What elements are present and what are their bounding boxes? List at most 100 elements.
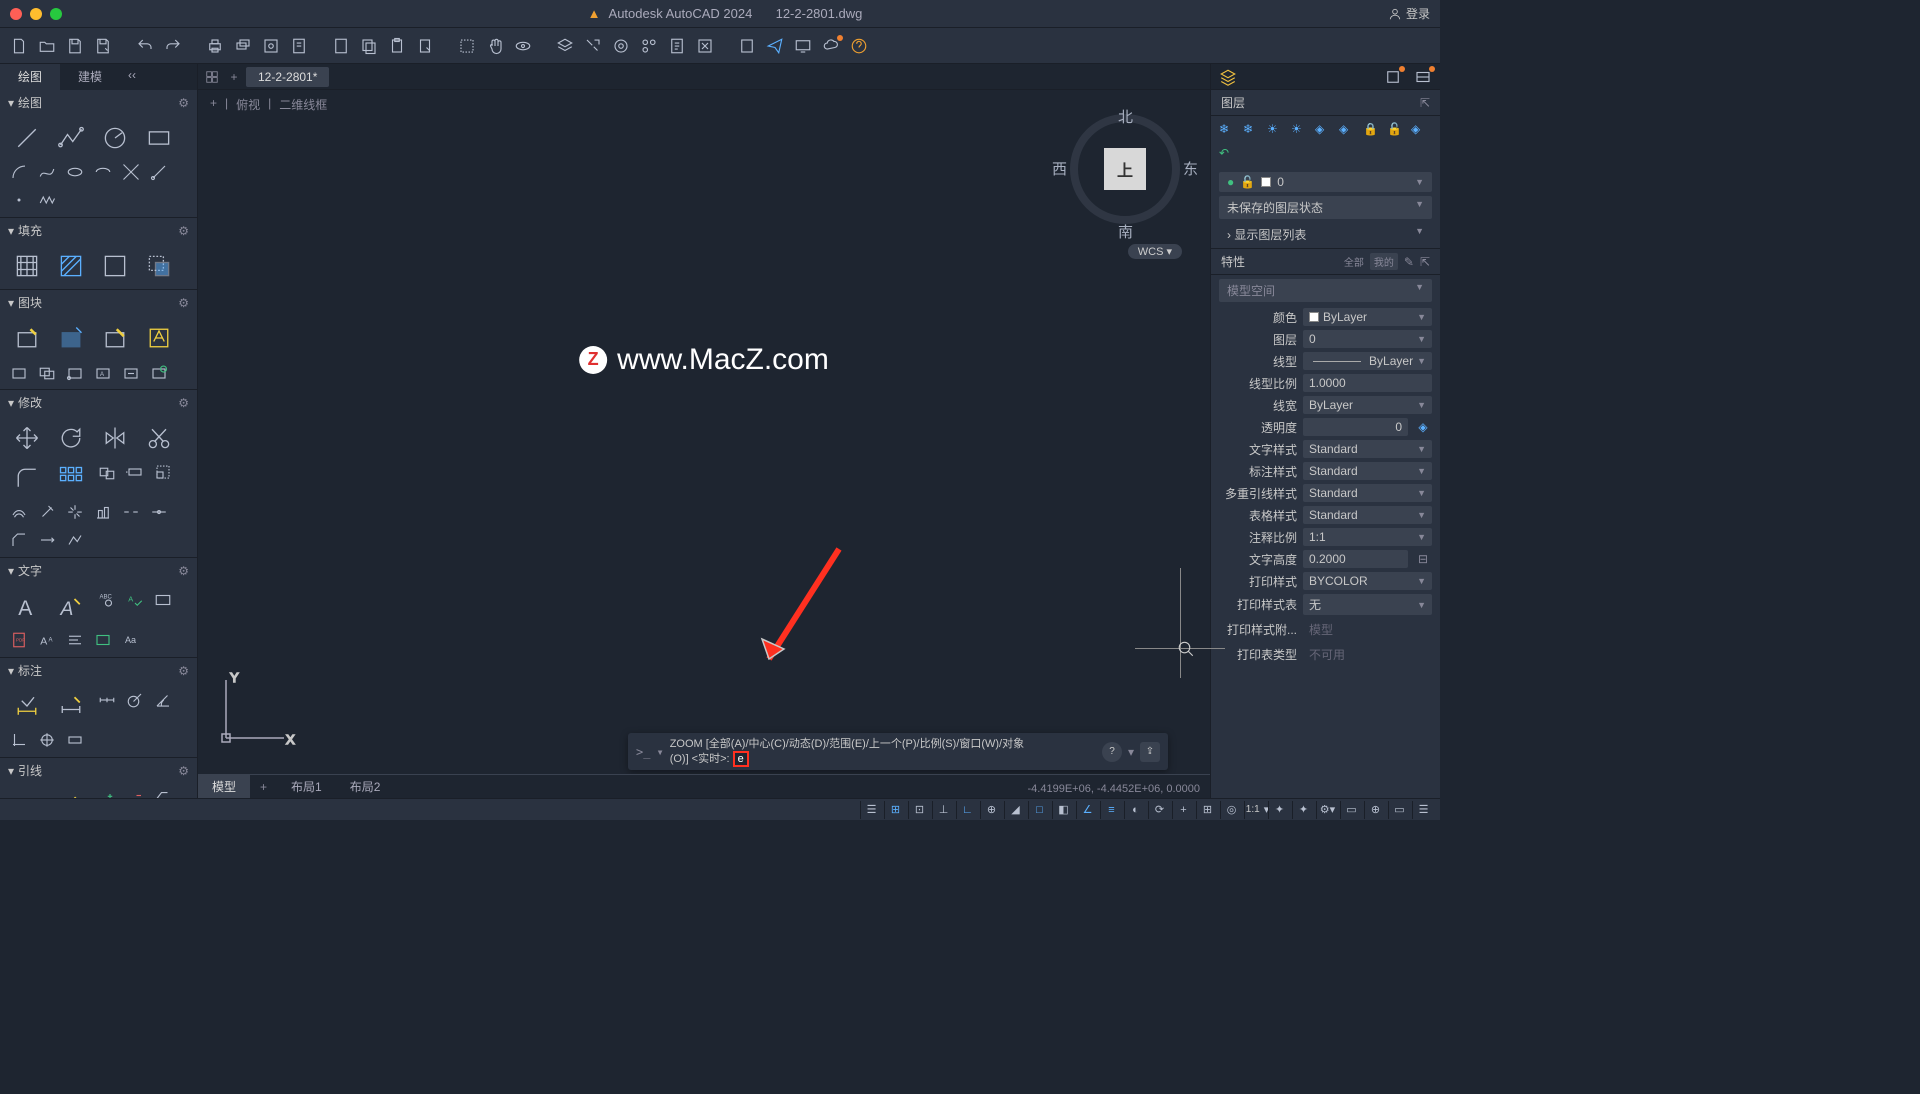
layout-tab-model[interactable]: 模型 (198, 775, 250, 798)
ray-tool[interactable] (148, 161, 170, 183)
mirror-tool[interactable] (96, 421, 134, 455)
new-icon[interactable] (10, 37, 28, 55)
block-create-tool[interactable] (8, 321, 46, 355)
layout-add-button[interactable]: + (250, 777, 277, 797)
send-icon[interactable] (766, 37, 784, 55)
wblock-tool[interactable] (8, 361, 30, 383)
dim-ordinate-tool[interactable] (8, 729, 30, 751)
markup-icon[interactable] (696, 37, 714, 55)
prop-plottable[interactable]: 无▼ (1303, 594, 1432, 615)
section-dim-header[interactable]: ▾ 标注⚙ (0, 658, 197, 683)
sb-annosync-icon[interactable]: ✦ (1268, 801, 1290, 819)
dim-angular-tool[interactable] (152, 689, 174, 711)
zigzag-tool[interactable] (36, 189, 58, 211)
sb-annoscale-label[interactable]: 1:1▾ (1244, 801, 1266, 819)
layer-on-icon[interactable]: ☀ (1267, 122, 1285, 140)
dim-radius-tool[interactable] (124, 689, 146, 711)
rectangle-tool[interactable] (140, 121, 178, 155)
preview-icon[interactable] (262, 37, 280, 55)
gradient-tool[interactable] (52, 249, 90, 283)
dim-style-tool[interactable] (52, 689, 90, 723)
rotate-tool[interactable] (52, 421, 90, 455)
sheet-set-icon[interactable] (668, 37, 686, 55)
batch-print-icon[interactable] (234, 37, 252, 55)
block-sync-tool[interactable] (120, 361, 142, 383)
layer-uniso-icon[interactable]: ◈ (1339, 122, 1357, 140)
sb-dyn-icon[interactable]: + (1172, 801, 1194, 819)
sb-clean-icon[interactable]: ▭ (1388, 801, 1410, 819)
boundary-tool[interactable] (96, 249, 134, 283)
paste-special-icon[interactable] (416, 37, 434, 55)
erase-tool[interactable] (36, 501, 58, 523)
sb-workspace-icon[interactable]: ⚙▾ (1316, 801, 1338, 819)
wcs-badge[interactable]: WCS ▾ (1128, 244, 1182, 259)
leader-remove-tool[interactable] (124, 789, 146, 798)
align-tool[interactable] (92, 501, 114, 523)
layer-state-selector[interactable]: 未保存的图层状态 ▼ (1219, 196, 1432, 219)
viewport-wireframe[interactable]: 二维线框 (279, 96, 327, 113)
prop-ltscale[interactable]: 1.0000 (1303, 374, 1432, 392)
model-space-selector[interactable]: 模型空间▼ (1219, 279, 1432, 302)
text-import-tool[interactable]: PDF (8, 629, 30, 651)
move-tool[interactable] (8, 421, 46, 455)
count-palette-icon[interactable] (1414, 68, 1432, 86)
prop-tablestyle[interactable]: Standard▼ (1303, 506, 1432, 524)
copy-tool[interactable] (96, 461, 118, 483)
line-tool[interactable] (8, 121, 46, 155)
redo-icon[interactable] (164, 37, 182, 55)
cloud-icon[interactable] (822, 37, 840, 55)
text-check-tool[interactable]: A (124, 589, 146, 611)
gear-icon[interactable]: ⚙ (178, 96, 189, 110)
sb-grid-icon[interactable]: ⊞ (884, 801, 906, 819)
sb-iso-icon[interactable]: ◢ (1004, 801, 1026, 819)
block-attr-tool[interactable]: A (92, 361, 114, 383)
sb-custom-icon[interactable]: ☰ (1412, 801, 1434, 819)
sb-3dosnap-icon[interactable]: ◧ (1052, 801, 1074, 819)
layer-list-toggle[interactable]: › 显示图层列表 ▼ (1219, 223, 1432, 246)
layer-freeze-icon[interactable]: ❄ (1219, 122, 1237, 140)
block-palette-icon[interactable] (1384, 68, 1402, 86)
hatch-tool[interactable] (8, 249, 46, 283)
minimize-window-button[interactable] (30, 8, 42, 20)
sb-otrack-icon[interactable]: ∠ (1076, 801, 1098, 819)
transparency-toggle-icon[interactable]: ◈ (1414, 420, 1432, 434)
new-tab-icon[interactable]: + (224, 67, 244, 87)
gear-icon[interactable]: ⚙ (178, 564, 189, 578)
login-button[interactable]: 登录 (1388, 5, 1430, 22)
sb-units-icon[interactable]: ⊞ (1196, 801, 1218, 819)
sb-infer-icon[interactable]: ⊥ (932, 801, 954, 819)
text-justify-tool[interactable] (92, 629, 114, 651)
layer-palette-icon[interactable] (1219, 68, 1237, 86)
sb-osnap-icon[interactable]: □ (1028, 801, 1050, 819)
gear-icon[interactable]: ⚙ (178, 664, 189, 678)
point-tool[interactable] (8, 189, 30, 211)
section-draw-header[interactable]: ▾ 绘图⚙ (0, 90, 197, 115)
trim-tool[interactable] (140, 421, 178, 455)
open-icon[interactable] (38, 37, 56, 55)
prop-mleader[interactable]: Standard▼ (1303, 484, 1432, 502)
region-tool[interactable] (140, 249, 178, 283)
popout-icon[interactable]: ⇱ (1420, 96, 1430, 110)
layer-icon[interactable] (556, 37, 574, 55)
prop-linetype[interactable]: ByLayer▼ (1303, 352, 1432, 370)
close-window-button[interactable] (10, 8, 22, 20)
textheight-measure-icon[interactable]: ⊟ (1414, 552, 1432, 566)
gear-icon[interactable]: ⚙ (178, 296, 189, 310)
prop-color[interactable]: ByLayer▼ (1303, 308, 1432, 326)
tool-palette-icon[interactable] (640, 37, 658, 55)
tab-draw[interactable]: 绘图 (0, 64, 60, 90)
cmd-history-icon[interactable]: ▾ (656, 745, 663, 759)
leader-add-tool[interactable] (96, 789, 118, 798)
layout-tab-2[interactable]: 布局2 (336, 775, 395, 798)
block-attribute-tool[interactable] (140, 321, 178, 355)
section-block-header[interactable]: ▾ 图块⚙ (0, 290, 197, 315)
polyline-tool[interactable] (52, 121, 90, 155)
spline-tool[interactable] (36, 161, 58, 183)
offset-tool[interactable] (8, 501, 30, 523)
block-ref-tool[interactable] (36, 361, 58, 383)
maximize-window-button[interactable] (50, 8, 62, 20)
text-field-tool[interactable] (152, 589, 174, 611)
dim-center-tool[interactable] (36, 729, 58, 751)
page-setup-icon[interactable] (290, 37, 308, 55)
block-base-tool[interactable] (64, 361, 86, 383)
